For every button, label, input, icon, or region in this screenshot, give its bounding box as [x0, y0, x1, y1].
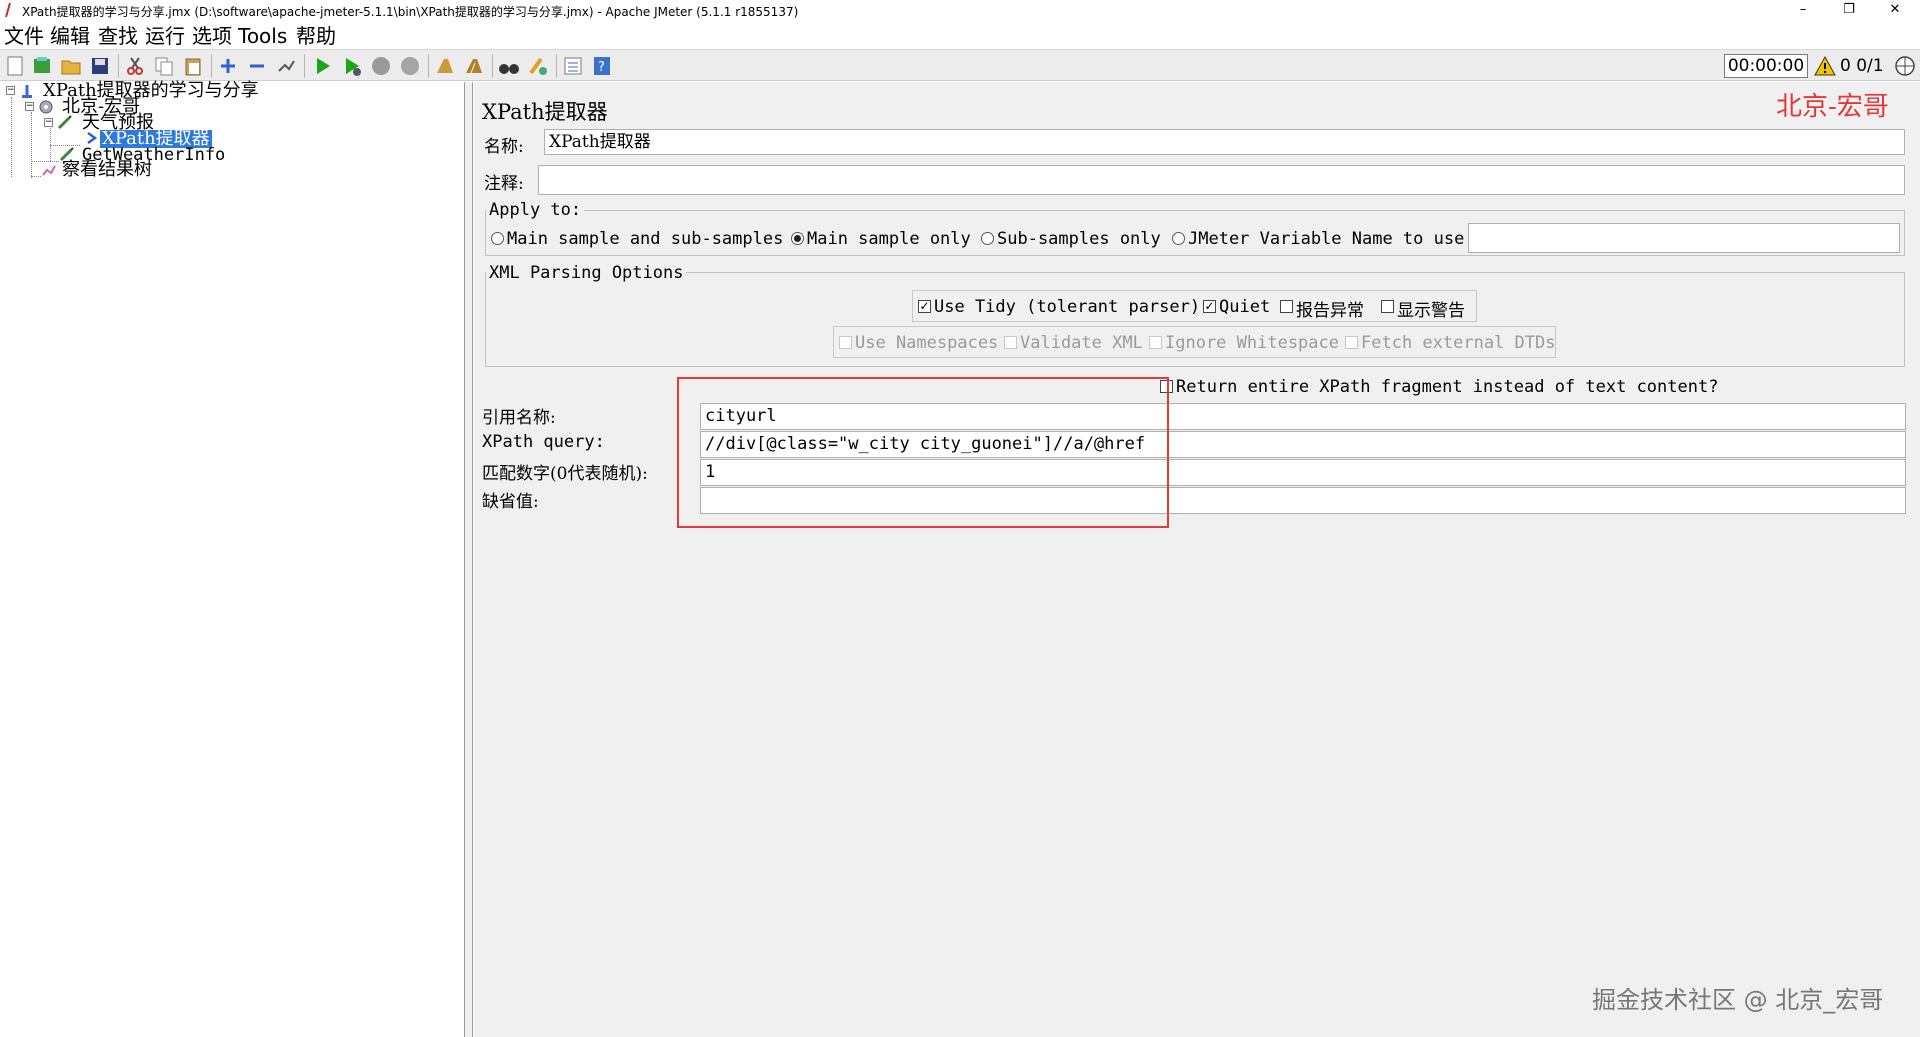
quiet-checkbox[interactable]: ✓ — [1203, 300, 1216, 313]
close-button[interactable]: ✕ — [1872, 0, 1918, 22]
fetch-dtds-checkbox[interactable] — [1345, 336, 1358, 349]
radio-main-and-sub-label: Main sample and sub-samples — [507, 229, 784, 249]
validate-xml-checkbox[interactable] — [1004, 336, 1017, 349]
menu-bar: 文件 编辑 查找 运行 选项 Tools 帮助 — [0, 22, 1920, 49]
radio-main-and-sub[interactable] — [491, 232, 504, 245]
radio-sub-only[interactable] — [981, 232, 994, 245]
cut-icon[interactable] — [124, 55, 146, 77]
use-tidy-checkbox[interactable]: ✓ — [918, 300, 931, 313]
remote-globe-icon[interactable] — [1894, 55, 1916, 77]
start-icon[interactable] — [312, 55, 334, 77]
jmeter-variable-input[interactable] — [1468, 223, 1900, 253]
title-bar: XPath提取器的学习与分享.jmx (D:\software\apache-j… — [0, 0, 1920, 22]
reset-search-icon[interactable] — [527, 55, 549, 77]
clear-icon[interactable] — [434, 55, 456, 77]
fetch-dtds-label: Fetch external DTDs — [1361, 333, 1556, 353]
warning-icon[interactable] — [1814, 55, 1836, 77]
search-binoculars-icon[interactable] — [498, 55, 520, 77]
ignore-whitespace-checkbox[interactable] — [1149, 336, 1162, 349]
apply-to-legend: Apply to: — [486, 200, 585, 220]
default-value-label: 缺省值: — [482, 492, 539, 512]
listener-chart-icon — [42, 165, 56, 176]
radio-sub-only-label: Sub-samples only — [997, 229, 1161, 249]
use-namespaces-checkbox[interactable] — [839, 336, 852, 349]
toolbar: ? 00:00:00 0 0/1 — [0, 49, 1920, 81]
quiet-label: Quiet — [1219, 297, 1271, 317]
menu-options[interactable]: 选项 — [192, 25, 232, 47]
use-namespaces-label: Use Namespaces — [855, 333, 999, 353]
new-icon[interactable] — [4, 55, 26, 77]
radio-main-only-label: Main sample only — [807, 229, 971, 249]
thread-counts: 0 0/1 — [1840, 56, 1884, 76]
match-number-label: 匹配数字(0代表随机): — [482, 464, 648, 484]
panel-title: XPath提取器 — [482, 100, 608, 124]
radio-jmeter-variable-label: JMeter Variable Name to use — [1188, 229, 1465, 249]
report-errors-label: 报告异常 — [1296, 301, 1364, 321]
reference-name-label: 引用名称: — [482, 408, 556, 428]
name-input[interactable]: XPath提取器 — [544, 129, 1905, 155]
ignore-whitespace-label: Ignore Whitespace — [1165, 333, 1339, 353]
return-fragment-label: Return entire XPath fragment instead of … — [1176, 377, 1719, 397]
radio-jmeter-variable[interactable] — [1172, 232, 1185, 245]
sampler-pipette-icon — [57, 115, 72, 130]
templates-icon[interactable] — [31, 55, 53, 77]
menu-search[interactable]: 查找 — [98, 25, 138, 47]
extractor-arrow-icon — [87, 131, 98, 145]
jmeter-feather-icon — [5, 3, 11, 17]
test-plan-icon — [22, 85, 32, 98]
restore-button[interactable]: ❐ — [1826, 0, 1872, 22]
save-icon[interactable] — [89, 55, 111, 77]
tree-toggle-root[interactable]: − — [6, 86, 15, 95]
paste-icon[interactable] — [182, 55, 204, 77]
name-label: 名称: — [484, 137, 524, 157]
tree-toggle-thread-group[interactable]: − — [25, 102, 34, 111]
collapse-icon[interactable] — [246, 55, 268, 77]
xml-parsing-options-legend: XML Parsing Options — [486, 263, 687, 283]
test-plan-tree — [0, 82, 465, 1037]
clear-all-icon[interactable] — [463, 55, 485, 77]
use-tidy-label: Use Tidy (tolerant parser) — [934, 297, 1201, 317]
shutdown-icon[interactable] — [399, 55, 421, 77]
open-icon[interactable] — [60, 55, 82, 77]
function-helper-icon[interactable] — [562, 55, 584, 77]
menu-file[interactable]: 文件 — [4, 25, 44, 47]
menu-help[interactable]: 帮助 — [296, 25, 336, 47]
tree-item-view-results-tree[interactable]: 察看结果树 — [62, 161, 152, 179]
author-watermark-top: 北京-宏哥 — [1776, 92, 1889, 122]
menu-run[interactable]: 运行 — [145, 25, 185, 47]
comment-label: 注释: — [484, 174, 524, 194]
xpath-query-label: XPath query: — [482, 432, 605, 452]
help-icon[interactable]: ? — [591, 55, 613, 77]
copy-icon[interactable] — [153, 55, 175, 77]
validate-xml-label: Validate XML — [1020, 333, 1143, 353]
toggle-icon[interactable] — [275, 55, 297, 77]
annotation-highlight-box — [677, 377, 1169, 528]
stop-icon[interactable] — [370, 55, 392, 77]
menu-edit[interactable]: 编辑 — [50, 25, 90, 47]
tree-toggle-sampler[interactable]: − — [44, 118, 53, 127]
thread-group-gear-icon — [39, 100, 53, 114]
window-title: XPath提取器的学习与分享.jmx (D:\software\apache-j… — [22, 5, 799, 19]
show-warnings-checkbox[interactable] — [1381, 300, 1394, 313]
pane-splitter[interactable] — [465, 82, 473, 1037]
comment-input[interactable] — [538, 165, 1905, 195]
elapsed-timer: 00:00:00 — [1724, 54, 1808, 78]
report-errors-checkbox[interactable] — [1280, 300, 1293, 313]
svg-text:?: ? — [598, 60, 605, 75]
expand-icon[interactable] — [217, 55, 239, 77]
radio-main-only[interactable] — [791, 232, 804, 245]
show-warnings-label: 显示警告 — [1397, 301, 1465, 321]
menu-tools[interactable]: Tools — [238, 25, 287, 47]
watermark-bottom: 掘金技术社区 @ 北京_宏哥 — [1592, 986, 1884, 1014]
minimize-button[interactable]: – — [1780, 0, 1826, 22]
start-no-pauses-icon[interactable] — [341, 55, 363, 77]
